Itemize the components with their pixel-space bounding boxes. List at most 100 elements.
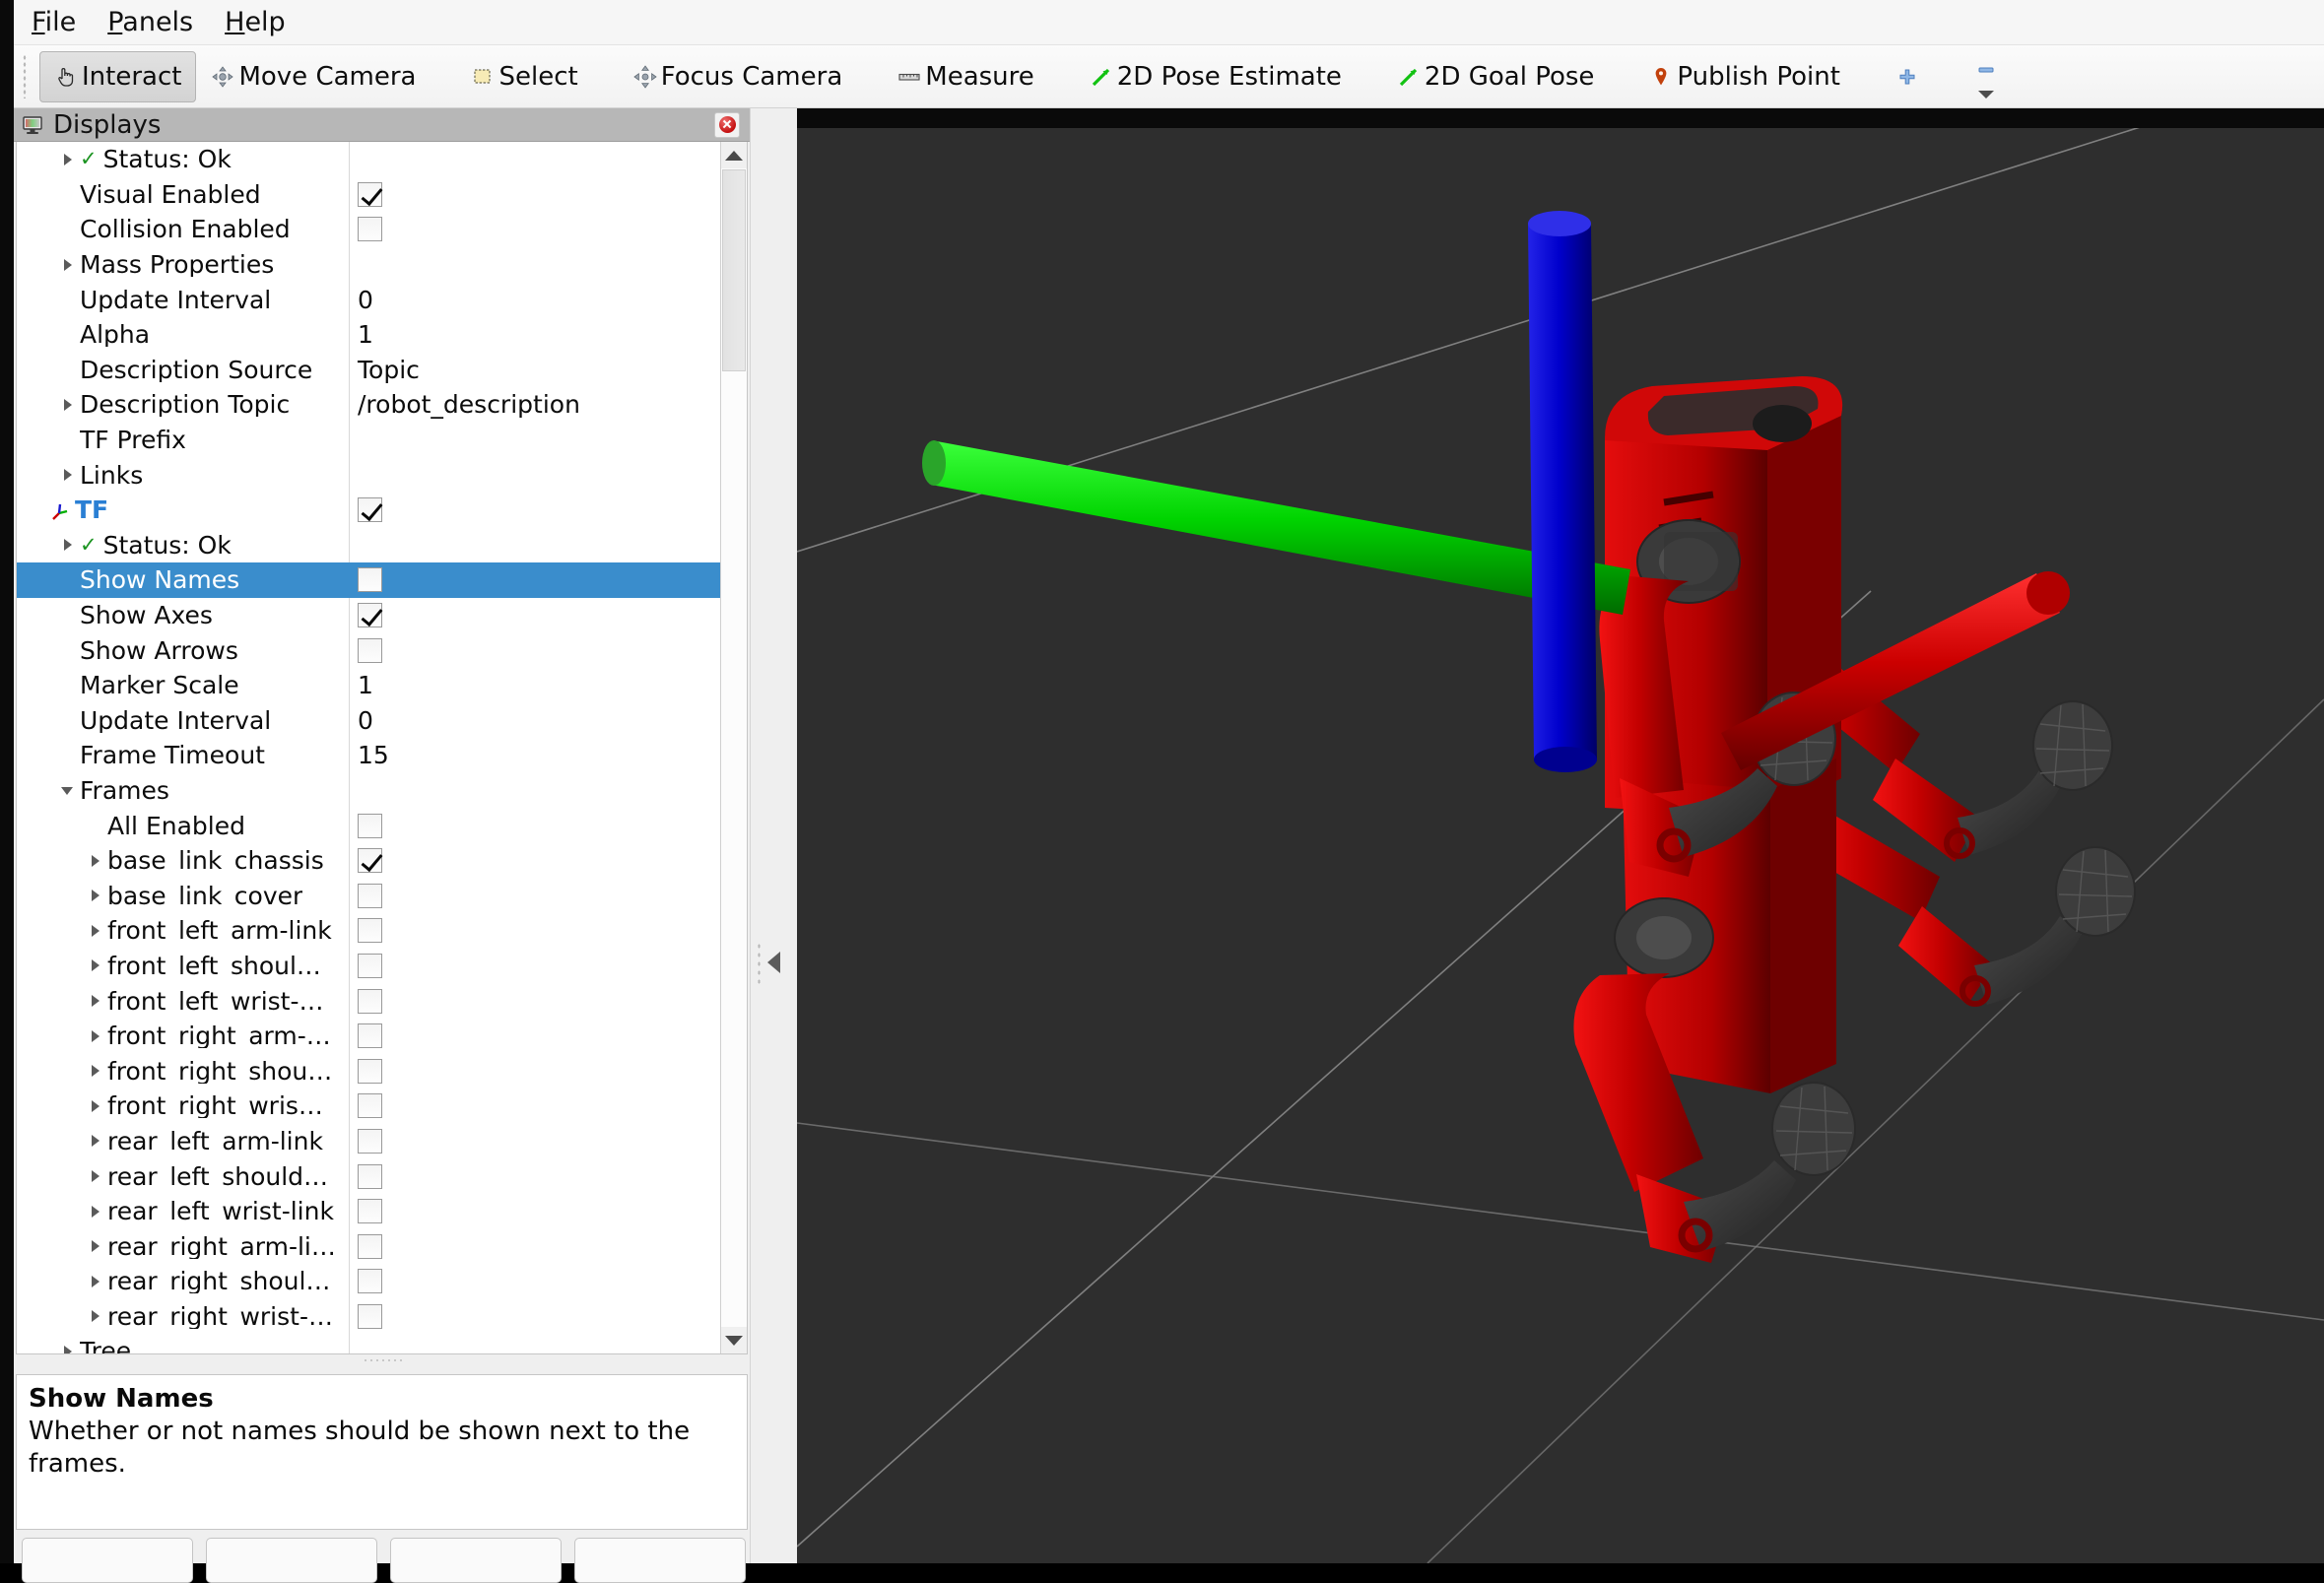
scroll-down-arrow-icon[interactable]: [721, 1327, 747, 1353]
property-row[interactable]: Description Topic/robot_description: [17, 387, 720, 423]
menu-item-file[interactable]: File: [28, 7, 94, 37]
property-row[interactable]: Collision Enabled: [17, 212, 720, 247]
property-row[interactable]: front_right_wris…: [17, 1088, 720, 1124]
property-row[interactable]: base_link_chassis: [17, 843, 720, 879]
chevron-right-icon[interactable]: [88, 1274, 103, 1289]
tool-2d-pose-estimate-button[interactable]: 2D Pose Estimate: [1075, 51, 1357, 102]
property-row[interactable]: Frames: [17, 773, 720, 809]
property-value-cell[interactable]: [349, 562, 720, 598]
property-row[interactable]: All Enabled: [17, 808, 720, 843]
chevron-right-icon[interactable]: [60, 467, 76, 483]
property-row[interactable]: Links: [17, 457, 720, 493]
displays-property-tree[interactable]: ✓Status: OkVisual EnabledCollision Enabl…: [17, 142, 720, 1353]
chevron-right-icon[interactable]: [60, 537, 76, 553]
menu-item-help[interactable]: Help: [221, 7, 303, 37]
chevron-right-icon[interactable]: [88, 1308, 103, 1324]
checkbox[interactable]: [358, 638, 382, 663]
property-value-cell[interactable]: [349, 142, 720, 177]
property-value-cell[interactable]: [349, 423, 720, 458]
rename-display-button[interactable]: [574, 1538, 746, 1583]
scroll-up-arrow-icon[interactable]: [721, 142, 747, 168]
chevron-right-icon[interactable]: [88, 1098, 103, 1114]
property-row[interactable]: front_left_arm-link: [17, 913, 720, 949]
add-display-button[interactable]: [22, 1538, 193, 1583]
property-row[interactable]: TF: [17, 493, 720, 528]
checkbox[interactable]: [358, 182, 382, 207]
property-row[interactable]: Update Interval0: [17, 703, 720, 739]
tool-publish-point-button[interactable]: Publish Point: [1634, 51, 1855, 102]
property-value-cell[interactable]: 1: [349, 668, 720, 703]
property-row[interactable]: front_left_shoul…: [17, 949, 720, 984]
property-row[interactable]: Update Interval0: [17, 282, 720, 317]
checkbox[interactable]: [358, 1304, 382, 1329]
remove-display-button[interactable]: [390, 1538, 562, 1583]
checkbox[interactable]: [358, 1164, 382, 1189]
property-value-cell[interactable]: [349, 983, 720, 1019]
checkbox[interactable]: [358, 954, 382, 978]
property-row[interactable]: base_link_cover: [17, 878, 720, 913]
property-row[interactable]: front_right_arm-…: [17, 1019, 720, 1054]
checkbox[interactable]: [358, 989, 382, 1014]
displays-tree-scrollbar[interactable]: [720, 142, 747, 1353]
checkbox[interactable]: [358, 1129, 382, 1154]
property-value-cell[interactable]: [349, 843, 720, 879]
property-row[interactable]: rear_right_shoul…: [17, 1264, 720, 1299]
property-value-cell[interactable]: [349, 773, 720, 809]
tool-move-camera-button[interactable]: Move Camera: [196, 51, 431, 102]
property-row[interactable]: Mass Properties: [17, 247, 720, 283]
property-value-cell[interactable]: [349, 1088, 720, 1124]
property-value-cell[interactable]: [349, 247, 720, 283]
property-value-cell[interactable]: [349, 1053, 720, 1088]
property-row[interactable]: Show Arrows: [17, 632, 720, 668]
chevron-right-icon[interactable]: [88, 1168, 103, 1184]
property-value-cell[interactable]: [349, 1228, 720, 1264]
close-icon[interactable]: [714, 112, 740, 138]
checkbox[interactable]: [358, 217, 382, 241]
toolbar-drag-handle[interactable]: [20, 55, 35, 99]
property-value-cell[interactable]: [349, 949, 720, 984]
menu-item-panels[interactable]: Panels: [103, 7, 211, 37]
property-value-cell[interactable]: [349, 1194, 720, 1229]
tool-measure-button[interactable]: Measure: [883, 51, 1049, 102]
chevron-right-icon[interactable]: [88, 853, 103, 869]
checkbox[interactable]: [358, 1023, 382, 1048]
chevron-right-icon[interactable]: [60, 152, 76, 167]
property-value-cell[interactable]: /robot_description: [349, 387, 720, 423]
property-value-cell[interactable]: [349, 1264, 720, 1299]
property-value-cell[interactable]: [349, 212, 720, 247]
tool-focus-camera-button[interactable]: Focus Camera: [619, 51, 858, 102]
property-row[interactable]: front_right_shou…: [17, 1053, 720, 1088]
property-row[interactable]: Tree: [17, 1334, 720, 1353]
checkbox[interactable]: [358, 1269, 382, 1293]
property-row[interactable]: Show Names: [17, 562, 720, 598]
render-viewport-3d[interactable]: [797, 128, 2324, 1563]
tool-select-button[interactable]: Select: [456, 51, 592, 102]
property-row[interactable]: Show Axes: [17, 598, 720, 633]
duplicate-display-button[interactable]: [206, 1538, 377, 1583]
property-value-cell[interactable]: [349, 1158, 720, 1194]
chevron-right-icon[interactable]: [88, 923, 103, 939]
splitter-grip[interactable]: [757, 942, 763, 985]
chevron-right-icon[interactable]: [60, 1344, 76, 1353]
chevron-right-icon[interactable]: [60, 397, 76, 413]
property-row[interactable]: Visual Enabled: [17, 177, 720, 213]
checkbox[interactable]: [358, 603, 382, 627]
property-value-cell[interactable]: [349, 457, 720, 493]
property-value-cell[interactable]: [349, 177, 720, 213]
scrollbar-thumb[interactable]: [722, 169, 746, 371]
chevron-right-icon[interactable]: [88, 957, 103, 973]
chevron-right-icon[interactable]: [60, 257, 76, 273]
tool-2d-goal-pose-button[interactable]: 2D Goal Pose: [1382, 51, 1610, 102]
property-row[interactable]: rear_left_should…: [17, 1158, 720, 1194]
property-value-cell[interactable]: [349, 1019, 720, 1054]
chevron-down-icon[interactable]: [60, 782, 76, 798]
collapse-left-arrow-icon[interactable]: [767, 952, 780, 973]
property-value-cell[interactable]: [349, 878, 720, 913]
property-value-cell[interactable]: [349, 598, 720, 633]
property-value-cell[interactable]: [349, 1334, 720, 1353]
property-row[interactable]: rear_left_wrist-link: [17, 1194, 720, 1229]
property-row[interactable]: Marker Scale1: [17, 668, 720, 703]
property-value-cell[interactable]: Topic: [349, 353, 720, 388]
property-value-cell[interactable]: [349, 808, 720, 843]
chevron-right-icon[interactable]: [88, 888, 103, 903]
